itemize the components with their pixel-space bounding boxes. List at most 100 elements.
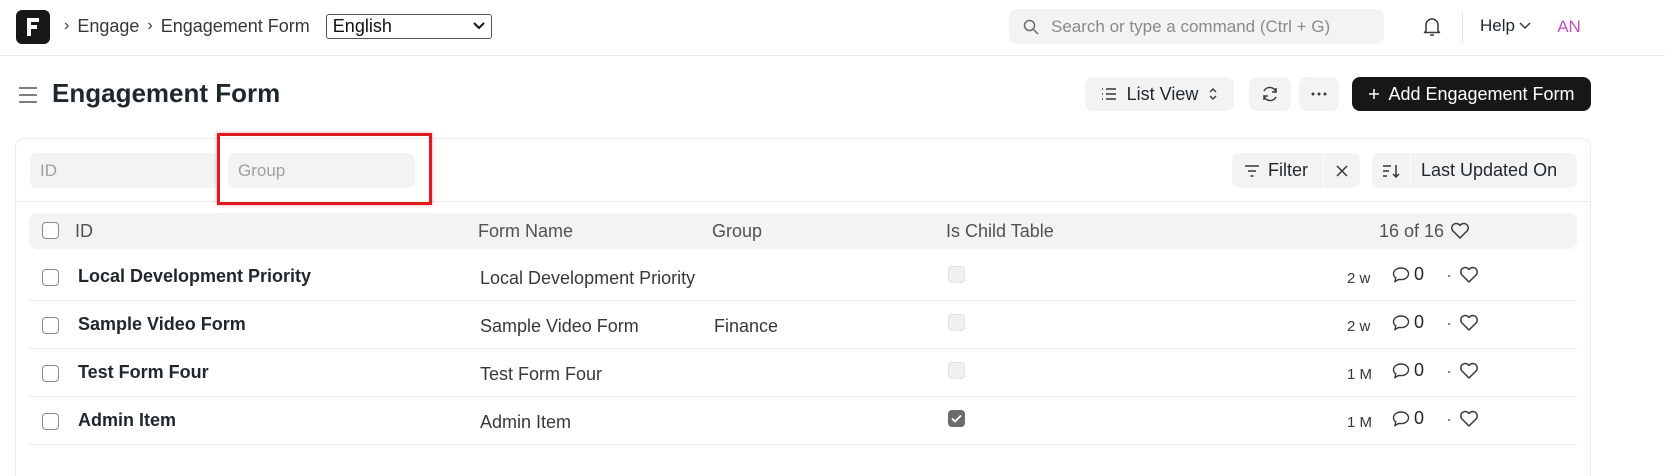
table-row[interactable]: Test Form Four Test Form Four 1 M 0 · <box>29 347 1577 397</box>
filter-label: Filter <box>1268 160 1308 180</box>
row-checkbox[interactable] <box>42 413 59 430</box>
language-select-value: English <box>332 15 392 36</box>
comment-icon <box>1392 315 1410 331</box>
chevron-up-down-icon <box>1209 88 1217 100</box>
highlight-box <box>217 133 432 205</box>
more-actions-button[interactable] <box>1299 77 1339 111</box>
row-comments[interactable]: 0 <box>1392 408 1424 429</box>
list-icon <box>1101 88 1116 100</box>
row-is-child-table-checkbox <box>948 410 965 427</box>
row-group: Finance <box>714 316 779 336</box>
app-logo[interactable] <box>16 10 50 44</box>
separator-dot: · <box>1446 313 1452 333</box>
row-checkbox[interactable] <box>42 317 59 334</box>
row-id[interactable]: Local Development Priority <box>78 266 311 287</box>
search-icon <box>1023 19 1039 35</box>
list-view-label: List View <box>1126 83 1199 104</box>
separator-dot: · <box>1446 361 1452 381</box>
row-comment-count: 0 <box>1414 360 1425 380</box>
row-updated: 2 w <box>1347 318 1371 335</box>
table-row[interactable]: Local Development Priority Local Develop… <box>29 251 1577 301</box>
plus-icon <box>1369 89 1380 99</box>
row-checkbox[interactable] <box>42 269 59 286</box>
table-row[interactable]: Admin Item Admin Item 1 M 0 · <box>29 395 1577 445</box>
row-comments[interactable]: 0 <box>1392 264 1424 285</box>
clear-filter-button[interactable] <box>1324 153 1360 188</box>
help-dropdown[interactable]: Help <box>1480 16 1531 36</box>
row-checkbox[interactable] <box>42 365 59 382</box>
ellipsis-icon <box>1311 92 1327 96</box>
breadcrumb-engage[interactable]: Engage <box>77 16 139 37</box>
filter-button[interactable]: Filter <box>1232 153 1323 188</box>
navbar-divider <box>1462 12 1463 42</box>
chevron-right-icon: › <box>147 17 153 34</box>
search-bar[interactable]: Search or type a command (Ctrl + G) <box>1009 9 1384 44</box>
select-all-checkbox[interactable] <box>42 222 59 239</box>
table-row[interactable]: Sample Video Form Sample Video Form Fina… <box>29 299 1577 349</box>
row-count: 16 of 16 <box>1379 221 1445 241</box>
notification-bell-icon[interactable] <box>1420 14 1444 38</box>
logo-f-icon <box>27 18 39 36</box>
filter-icon <box>1245 164 1259 177</box>
refresh-icon <box>1263 86 1277 102</box>
row-updated: 1 M <box>1347 366 1373 383</box>
sort-descending-icon <box>1383 164 1400 178</box>
column-header-id[interactable]: ID <box>75 221 93 242</box>
row-comments[interactable]: 0 <box>1392 312 1424 333</box>
add-button-label: Add Engagement Form <box>1388 83 1575 104</box>
avatar-initials: AN <box>1557 17 1581 36</box>
heart-icon[interactable] <box>1459 362 1479 380</box>
column-header-group[interactable]: Group <box>712 221 762 242</box>
chevron-down-icon <box>1519 22 1531 30</box>
list-card: ID Group Filter Last Updated On ID Form … <box>15 133 1591 476</box>
sort-direction-button[interactable] <box>1372 153 1410 188</box>
add-engagement-form-button[interactable]: Add Engagement Form <box>1352 77 1591 111</box>
comment-icon <box>1392 267 1410 283</box>
row-comment-count: 0 <box>1414 408 1425 428</box>
row-is-child-table-checkbox <box>948 314 965 331</box>
separator-dot: · <box>1446 409 1452 429</box>
row-id[interactable]: Admin Item <box>78 410 176 431</box>
row-form-name: Local Development Priority <box>480 268 696 288</box>
heart-icon[interactable] <box>1459 410 1479 428</box>
row-form-name: Admin Item <box>480 412 572 432</box>
refresh-button[interactable] <box>1249 77 1291 111</box>
page-title: Engagement Form <box>52 78 281 108</box>
breadcrumb: › Engage › Engagement Form English <box>64 0 492 52</box>
list-view-button[interactable]: List View <box>1085 77 1234 111</box>
row-is-child-table-checkbox <box>948 266 965 283</box>
separator-dot: · <box>1446 265 1452 285</box>
comment-icon <box>1392 411 1410 427</box>
row-updated: 2 w <box>1347 270 1371 287</box>
language-select[interactable]: English <box>325 13 492 39</box>
column-header-is-child-table[interactable]: Is Child Table <box>946 221 1054 242</box>
filter-bar: ID Group Filter Last Updated On <box>16 133 1590 205</box>
row-id[interactable]: Sample Video Form <box>78 314 246 335</box>
id-filter-input[interactable]: ID <box>30 153 218 188</box>
sort-by-label: Last Updated On <box>1421 160 1558 180</box>
breadcrumb-engagement-form[interactable]: Engagement Form <box>161 16 310 37</box>
id-filter-placeholder: ID <box>40 160 57 180</box>
table-header: ID Form Name Group Is Child Table 16 of … <box>29 213 1577 249</box>
checkmark-icon <box>951 414 962 423</box>
sort-by-button[interactable]: Last Updated On <box>1411 153 1577 188</box>
row-comments[interactable]: 0 <box>1392 360 1424 381</box>
row-comment-count: 0 <box>1414 312 1425 332</box>
chevron-down-icon <box>473 22 485 30</box>
row-is-child-table-checkbox <box>948 362 965 379</box>
heart-icon[interactable] <box>1450 222 1470 240</box>
chevron-right-icon: › <box>64 17 70 34</box>
heart-icon[interactable] <box>1459 314 1479 332</box>
column-header-form-name[interactable]: Form Name <box>478 221 573 242</box>
row-form-name: Sample Video Form <box>480 316 639 336</box>
close-icon <box>1336 164 1348 177</box>
user-avatar[interactable]: AN <box>1554 12 1584 42</box>
help-label: Help <box>1480 16 1515 35</box>
sidebar-toggle-icon[interactable] <box>18 86 38 104</box>
top-navbar: › Engage › Engagement Form English Searc… <box>0 0 1665 56</box>
row-id[interactable]: Test Form Four <box>78 362 209 383</box>
search-placeholder: Search or type a command (Ctrl + G) <box>1051 16 1331 36</box>
row-updated: 1 M <box>1347 414 1373 431</box>
heart-icon[interactable] <box>1459 266 1479 284</box>
comment-icon <box>1392 363 1410 379</box>
